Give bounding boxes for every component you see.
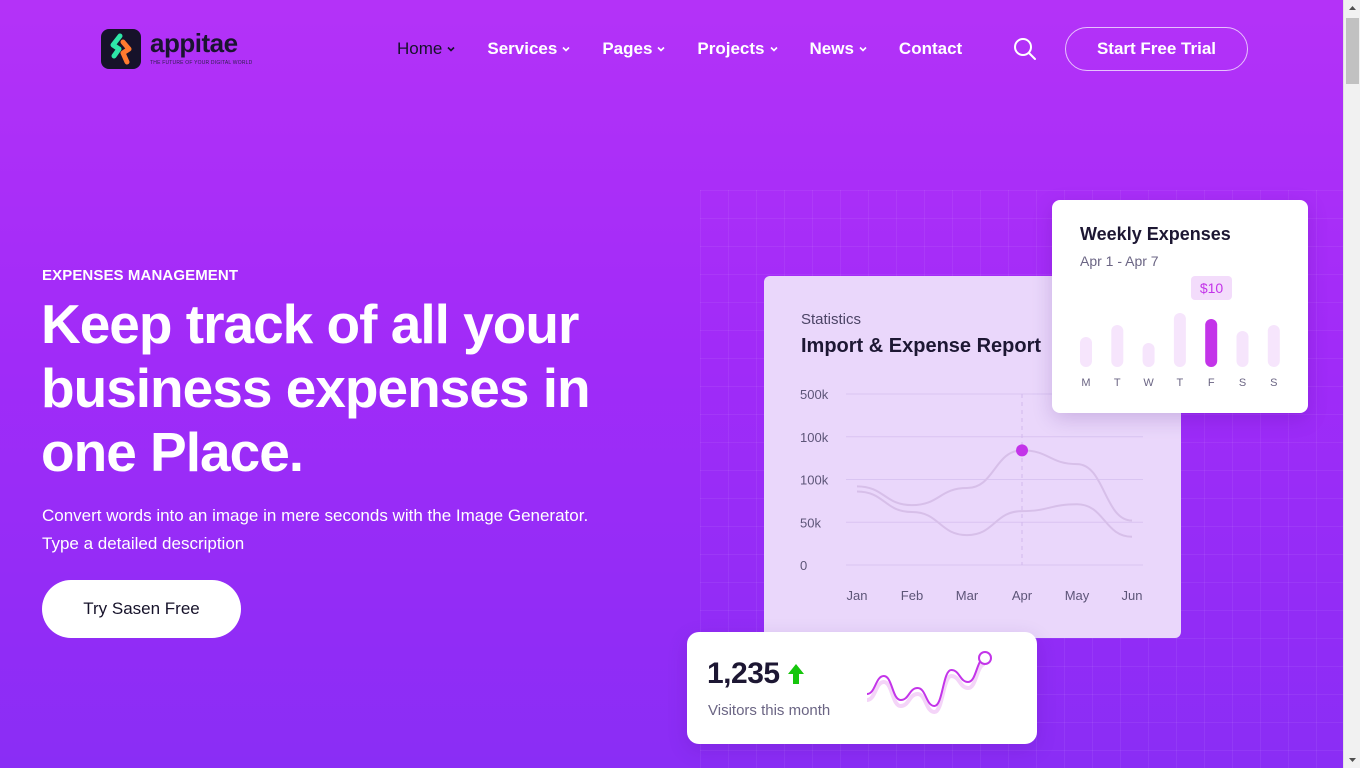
bar-label: M (1081, 377, 1090, 389)
bar (1111, 325, 1124, 367)
bar (1236, 331, 1249, 367)
x-tick-label: Jun (1122, 588, 1143, 603)
brand-logo[interactable]: appitae THE FUTURE OF YOUR DIGITAL WORLD (101, 29, 252, 69)
bar-label: F (1208, 377, 1215, 389)
x-tick-label: Jan (847, 588, 868, 603)
arrow-up-icon (788, 664, 804, 684)
search-icon (1014, 38, 1036, 60)
bar-label: S (1239, 377, 1246, 389)
bar (1173, 313, 1186, 367)
bar-tooltip: $10 (1191, 276, 1232, 300)
headline-line: Keep track of all your (41, 293, 579, 355)
y-tick-label: 0 (800, 558, 807, 573)
sparkline-end-point (978, 651, 992, 665)
nav-item-label: News (809, 39, 854, 58)
chevron-down-icon (769, 46, 778, 52)
chevron-down-icon (657, 46, 665, 52)
nav-item-projects[interactable]: Projects (697, 39, 778, 59)
x-tick-label: Feb (901, 588, 923, 603)
headline-line: one Place. (41, 421, 304, 483)
weekly-expenses-card: Weekly Expenses Apr 1 - Apr 7 MTWTFSS (1052, 200, 1308, 413)
bar-label: S (1270, 377, 1277, 389)
hero-eyebrow: EXPENSES MANAGEMENT (42, 267, 239, 284)
headline-line: business expenses in (41, 357, 591, 419)
chevron-down-icon (562, 46, 570, 52)
bar-label: W (1143, 377, 1154, 389)
nav-item-label: Contact (898, 39, 963, 58)
hero-headline: Keep track of all your business expenses… (41, 292, 681, 484)
visitors-value: 1,235 (707, 657, 780, 690)
scrollbar-thumb[interactable] (1346, 18, 1359, 84)
start-free-trial-button[interactable]: Start Free Trial (1065, 27, 1248, 71)
nav-item-label: Projects (697, 39, 765, 58)
nav-item-contact[interactable]: Contact (899, 39, 962, 59)
nav-item-label: Services (487, 39, 558, 58)
try-free-button[interactable]: Try Sasen Free (42, 580, 241, 638)
x-tick-label: Mar (956, 588, 979, 603)
bar (1080, 337, 1092, 367)
sparkline-shadow (866, 662, 986, 715)
search-button[interactable] (1012, 36, 1038, 62)
visitors-sparkline (866, 651, 992, 715)
nav-item-services[interactable]: Services (487, 39, 570, 59)
bar (1205, 319, 1218, 367)
description-line: Convert words into an image in mere seco… (42, 506, 589, 525)
hero-description: Convert words into an image in mere seco… (42, 502, 662, 558)
scroll-down-icon[interactable] (1344, 751, 1360, 768)
bar (1142, 343, 1155, 367)
brand-tagline: THE FUTURE OF YOUR DIGITAL WORLD (150, 60, 253, 66)
bar-label: T (1114, 377, 1121, 389)
bar-label: T (1177, 377, 1184, 389)
brand-name: appitae (150, 28, 238, 58)
nav-item-news[interactable]: News (810, 39, 867, 59)
nav-item-label: Home (397, 39, 443, 58)
visitors-card: 1,235 Visitors this month (687, 632, 1037, 744)
main-nav: Home Services Pages Projects News Contac… (397, 36, 994, 62)
y-tick-label: 100k (800, 430, 829, 445)
y-tick-label: 100k (800, 473, 829, 488)
scroll-up-icon[interactable] (1344, 0, 1360, 17)
nav-item-pages[interactable]: Pages (602, 39, 665, 59)
x-tick-label: May (1065, 588, 1090, 603)
highlight-point (1016, 444, 1028, 457)
chevron-down-icon (447, 46, 455, 52)
description-line: Type a detailed description (42, 534, 245, 553)
page: appitae THE FUTURE OF YOUR DIGITAL WORLD… (0, 0, 1343, 768)
weekly-bar-chart: MTWTFSS (1080, 313, 1280, 389)
visitors-label: Visitors this month (708, 702, 831, 719)
nav-item-label: Pages (602, 39, 653, 58)
y-tick-label: 500k (800, 387, 829, 402)
nav-item-home[interactable]: Home (397, 39, 455, 59)
vertical-scrollbar[interactable] (1343, 0, 1360, 768)
logo-icon (101, 29, 141, 69)
chevron-down-icon (859, 46, 867, 52)
x-tick-label: Apr (1012, 588, 1033, 603)
y-tick-label: 50k (800, 515, 821, 530)
bar (1267, 325, 1280, 367)
series-line (856, 490, 1133, 538)
